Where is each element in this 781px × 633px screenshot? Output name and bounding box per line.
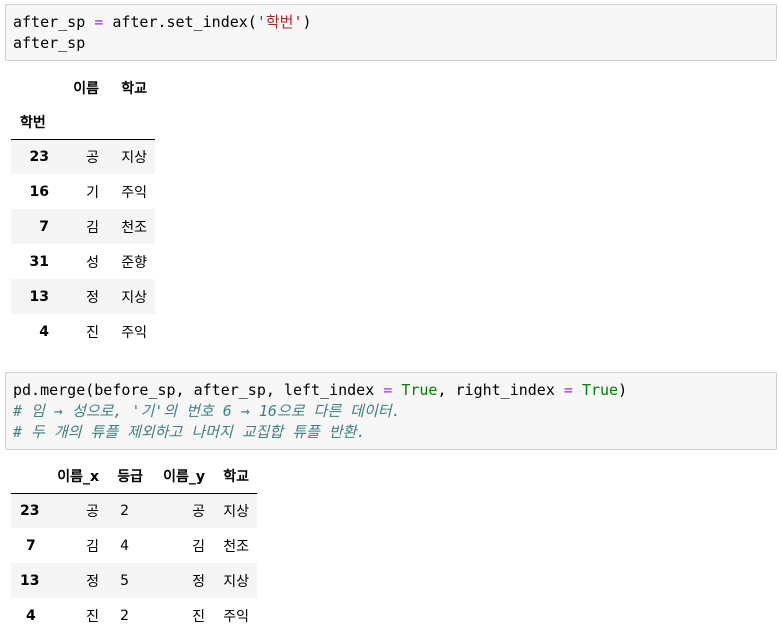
table-row: 4 진 주익 [39, 323, 147, 341]
column-header: 이름 [73, 80, 99, 97]
table-row: 16 기 주익 [29, 183, 147, 201]
table-row: 7 김 천조 [11, 209, 155, 244]
output-dataframe-1: 이름 학교 학번 23 공 지상 16 기 주익 7 김 천조 31 성 준향 … [11, 70, 155, 349]
dataframe-table: 이름_x 등급 이름_y 학교 23 공 2 공 지상 7 김 4 김 천조 1… [11, 459, 257, 633]
code-line: pd.merge(before_sp, after_sp, left_index… [13, 381, 628, 399]
table-row: 4 진 2 진 주익 [26, 607, 249, 625]
code-cell-1[interactable]: after_sp = after.set_index('학번') after_s… [5, 4, 777, 61]
table-row: 13 정 5 정 지상 [11, 563, 257, 598]
output-dataframe-2: 이름_x 등급 이름_y 학교 23 공 2 공 지상 7 김 4 김 천조 1… [11, 459, 257, 633]
column-header: 이름_x [57, 468, 99, 485]
code-comment: # 두 개의 튜플 제외하고 나머지 교집합 튜플 반환. [13, 423, 366, 441]
table-row: 31 성 준향 [29, 253, 147, 271]
code-cell-2[interactable]: pd.merge(before_sp, after_sp, left_index… [5, 372, 777, 450]
code-comment: # 임 → 성으로, '기'의 번호 6 → 16으로 다른 데이터. [13, 402, 401, 420]
dataframe-table: 이름 학교 학번 23 공 지상 16 기 주익 7 김 천조 31 성 준향 … [11, 70, 155, 349]
index-name-row: 학번 [11, 105, 155, 139]
code-line: after_sp [13, 34, 86, 52]
index-name: 학번 [20, 114, 46, 131]
column-header: 학교 [121, 80, 147, 97]
column-header: 학교 [223, 468, 249, 485]
header-row: 이름_x 등급 이름_y 학교 [11, 459, 257, 493]
table-row: 23 공 지상 [11, 139, 155, 174]
table-row: 7 김 4 김 천조 [26, 537, 249, 555]
column-header: 등급 [117, 468, 143, 485]
code-line: after_sp = after.set_index('학번') [13, 13, 312, 31]
table-row: 13 정 지상 [11, 279, 155, 314]
header-row: 이름 학교 [11, 70, 155, 105]
column-header: 이름_y [163, 468, 205, 485]
table-row: 23 공 2 공 지상 [11, 493, 257, 528]
